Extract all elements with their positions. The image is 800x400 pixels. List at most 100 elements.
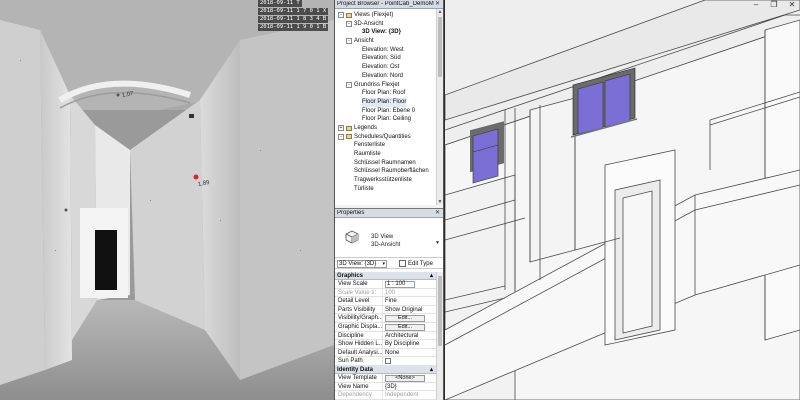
tree-item[interactable]: Floor Plan: Ceiling: [335, 115, 436, 124]
tree-item-label: Schedules/Quantities: [354, 133, 411, 140]
collapse-icon[interactable]: -: [338, 12, 344, 19]
expand-icon[interactable]: +: [338, 125, 344, 132]
property-row: View Scale 1 : 100: [335, 280, 436, 289]
scroll-thumb[interactable]: [438, 17, 442, 77]
edit-type-label: Edit Type: [408, 260, 433, 267]
tree-item[interactable]: Schlüssel Raumnamen: [335, 159, 436, 168]
tree-item-label: Elevation: Ost: [362, 64, 400, 71]
collapse-icon[interactable]: -: [346, 21, 352, 28]
close-icon[interactable]: ✕: [786, 0, 798, 9]
properties-scrollbar[interactable]: [436, 272, 443, 400]
tree-item[interactable]: + Legends: [335, 124, 436, 133]
property-name: Discipline: [335, 331, 383, 340]
property-value[interactable]: Edit...: [383, 314, 436, 322]
property-edit-button[interactable]: Edit...: [385, 323, 425, 331]
property-value: Independent: [385, 392, 419, 399]
property-name: Scale Value 1:: [335, 288, 383, 297]
tree-item[interactable]: Floor Plan: Ebene 0: [335, 107, 436, 116]
property-value[interactable]: 1 : 100: [383, 280, 436, 288]
collapse-icon[interactable]: ▴: [430, 272, 433, 279]
project-browser-title: Project Browser - PointCab_DemoM...: [337, 1, 434, 7]
tree-item[interactable]: - Views (Flexjet): [335, 11, 436, 20]
property-name: Dependency: [335, 391, 383, 399]
property-value[interactable]: {3D}: [383, 383, 436, 391]
property-value[interactable]: Show Original: [383, 306, 436, 314]
property-value[interactable]: None: [383, 349, 436, 357]
collapse-icon[interactable]: -: [346, 81, 352, 88]
property-value[interactable]: Edit...: [383, 323, 436, 331]
scan-timestamp: 2018-09-11 1 9 0 1 B: [258, 24, 329, 31]
property-row: Parts Visibility Show Original: [335, 305, 436, 315]
3d-model-view[interactable]: – ❐ ✕: [445, 0, 800, 400]
tree-item[interactable]: Raumliste: [335, 150, 436, 159]
project-browser-titlebar[interactable]: Project Browser - PointCab_DemoM... ✕: [335, 0, 443, 9]
type-family-name: 3D View: [371, 234, 394, 240]
minimize-icon[interactable]: –: [750, 0, 762, 9]
scroll-down-icon[interactable]: ▼: [437, 199, 443, 205]
property-input[interactable]: 1 : 100: [385, 281, 415, 288]
tree-item-label: Views (Flexjet): [354, 12, 394, 18]
property-name: Detail Level: [335, 297, 383, 305]
window-controls: – ❐ ✕: [750, 0, 798, 9]
properties-panel: Properties ✕ 3D View 3D-Ansicht ▼ 3D Vie…: [335, 208, 443, 400]
properties-titlebar[interactable]: Properties ✕: [335, 209, 443, 218]
tree-item[interactable]: Schlüssel Raumoberflächen: [335, 167, 436, 176]
project-browser-tree: - Views (Flexjet) -3D-Ansicht 3D View: {3D}…: [335, 9, 436, 199]
instance-selector[interactable]: 3D View: {3D}: [337, 259, 387, 268]
scroll-up-icon[interactable]: ▲: [437, 9, 443, 15]
tree-item[interactable]: Floor Plan: Floor: [335, 97, 436, 107]
project-browser-scrollbar[interactable]: ▲ ▼: [436, 9, 443, 205]
project-browser: Project Browser - PointCab_DemoM... ✕ -V…: [335, 0, 443, 205]
tree-item[interactable]: Tragwerksstützenliste: [335, 176, 436, 185]
property-value[interactable]: [383, 357, 436, 365]
property-value[interactable]: <None>: [383, 374, 436, 382]
restore-icon[interactable]: ❐: [768, 0, 780, 9]
tree-item[interactable]: 3D View: {3D}: [335, 28, 436, 37]
tree-item[interactable]: Elevation: Nord: [335, 72, 436, 81]
tree-item-label: Floor Plan: Floor: [362, 97, 407, 107]
property-name: Default Analysi...: [335, 348, 383, 357]
property-name: Parts Visibility: [335, 305, 383, 314]
type-selector[interactable]: 3D View 3D-Ansicht ▼: [335, 218, 443, 258]
tree-item-label: Ansicht: [354, 38, 374, 45]
point-cloud-view[interactable]: 2018-09-11 T 2018-09-11 1 7 0 1 X 2018-0…: [0, 0, 334, 400]
chevron-down-icon[interactable]: ▼: [435, 240, 440, 246]
property-group-header[interactable]: Identity Data ▴: [335, 365, 436, 374]
edit-type-button[interactable]: Edit Type: [399, 260, 433, 267]
tree-item[interactable]: Elevation: West: [335, 46, 436, 55]
property-name: Graphic Displa...: [335, 322, 383, 331]
scan-timestamp: 2018-09-11 1 7 0 1 X: [258, 8, 329, 15]
3d-view-icon: [345, 230, 359, 244]
collapse-icon[interactable]: ▴: [430, 366, 433, 373]
property-edit-button[interactable]: Edit...: [385, 315, 425, 322]
point-cloud-render: [0, 0, 334, 400]
tree-item[interactable]: -3D-Ansicht: [335, 20, 436, 29]
property-edit-button[interactable]: <None>: [385, 374, 425, 382]
property-name: Sun Path: [335, 357, 383, 365]
tree-item[interactable]: Floor Plan: Roof: [335, 89, 436, 98]
close-icon[interactable]: ✕: [434, 210, 441, 217]
property-name: Show Hidden L...: [335, 340, 383, 348]
property-value: 100: [385, 289, 396, 296]
tree-item[interactable]: Elevation: Ost: [335, 63, 436, 72]
property-value[interactable]: Architectural: [383, 332, 436, 340]
tree-item-label: 3D View: {3D}: [362, 29, 401, 36]
collapse-icon[interactable]: -: [346, 38, 352, 45]
tree-item[interactable]: Elevation: Süd: [335, 54, 436, 63]
tree-item-label: Floor Plan: Ebene 0: [362, 107, 416, 114]
collapse-icon[interactable]: -: [338, 133, 344, 140]
close-icon[interactable]: ✕: [434, 1, 441, 8]
tree-item[interactable]: Fensterliste: [335, 141, 436, 150]
property-value[interactable]: By Discipline: [383, 340, 436, 348]
property-checkbox[interactable]: [385, 358, 391, 365]
tree-item[interactable]: - Grundriss Flexjet: [335, 81, 436, 90]
property-value[interactable]: Fine: [383, 297, 436, 305]
properties-table: Graphics ▴ View Scale 1 : 100 Scale Value 1:…: [335, 272, 436, 400]
property-group-name: Graphics: [337, 273, 364, 279]
property-group-header[interactable]: Graphics ▴: [335, 272, 436, 280]
scroll-thumb[interactable]: [438, 276, 442, 346]
tree-item-label: Floor Plan: Ceiling: [362, 116, 412, 123]
tree-item[interactable]: Türliste: [335, 185, 436, 194]
tree-item[interactable]: - Ansicht: [335, 37, 436, 46]
tree-item[interactable]: - Schedules/Quantities: [335, 133, 436, 142]
